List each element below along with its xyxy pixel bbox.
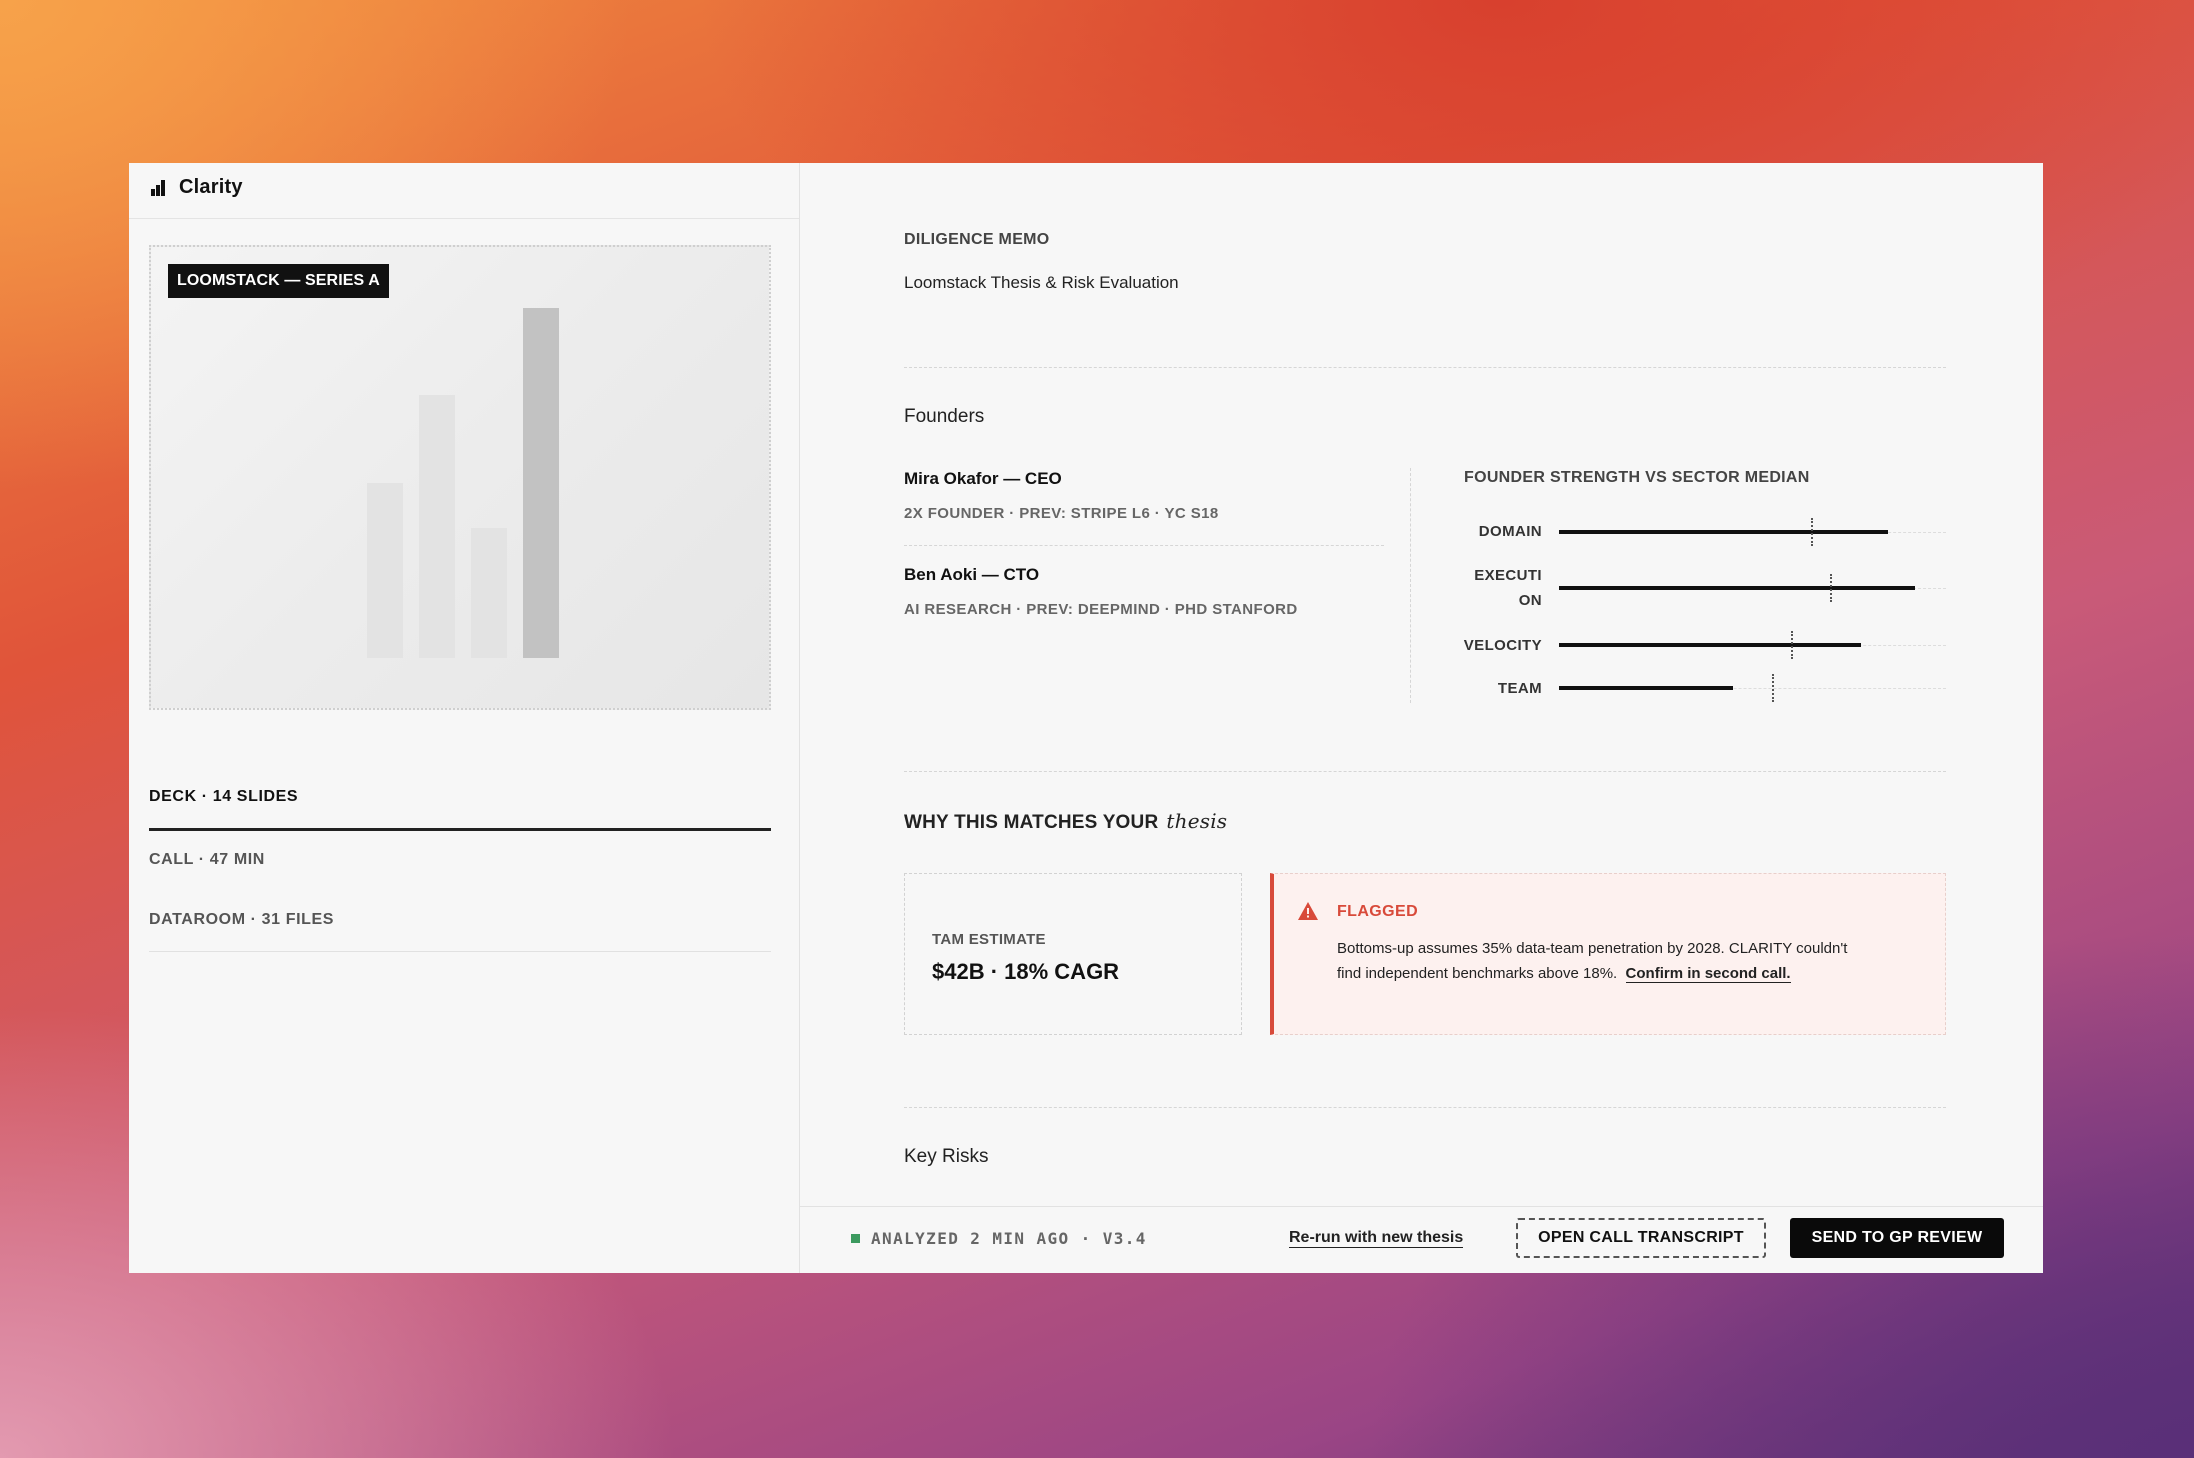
app-title: Clarity [179,176,243,198]
metric-bar-execution [1559,586,1915,590]
rerun-link[interactable]: Re-run with new thesis [1289,1229,1464,1248]
flagged-card: FLAGGED Bottoms-up assumes 35% data-team… [1270,873,1946,1035]
founder-name: Mira Okafor — CEO [904,469,1062,488]
tab-label: DATAROOM · 31 FILES [149,911,335,928]
status-text: ANALYZED 2 MIN AGO · V3.4 [871,1229,1147,1248]
preview-bar [419,395,455,658]
divider [904,1107,1946,1108]
divider [1410,468,1411,703]
metric-bar-team [1559,686,1733,690]
median-marker [1830,574,1832,602]
founders-heading: Founders [904,406,985,427]
tam-value: $42B · 18% CAGR [932,959,1120,984]
median-marker [1811,518,1813,546]
metric-label: TEAM [1497,680,1542,697]
open-transcript-button[interactable]: OPEN CALL TRANSCRIPT [1516,1218,1766,1258]
tab-call[interactable]: CALL · 47 MIN [149,831,771,891]
tab-label: CALL · 47 MIN [149,851,265,868]
memo-title: Loomstack Thesis & Risk Evaluation [904,273,1179,292]
metric-label: VELOCITY [1463,637,1542,654]
memo-pane: DILIGENCE MEMO Loomstack Thesis & Risk E… [800,163,2043,1273]
divider [904,545,1384,546]
warning-icon [1298,902,1318,920]
median-marker [1772,674,1774,702]
left-pane: Clarity LOOMSTACK — SERIES A DECK · 14 S… [129,163,800,1273]
confirm-link[interactable]: Confirm in second call. [1625,965,1791,983]
bar-chart-icon [151,180,165,196]
source-tabs: DECK · 14 SLIDES CALL · 47 MIN DATAROOM … [149,768,771,952]
key-risks-heading: Key Risks [904,1146,989,1167]
preview-bar [367,483,403,658]
tab-label: DECK · 14 SLIDES [149,788,299,805]
send-gp-review-button[interactable]: SEND TO GP REVIEW [1790,1218,2004,1258]
founder-meta: 2X FOUNDER · PREV: STRIPE L6 · YC S18 [904,505,1219,522]
app-window: Clarity LOOMSTACK — SERIES A DECK · 14 S… [129,163,2043,1273]
status-indicator [851,1234,860,1243]
tam-label: TAM ESTIMATE [932,931,1046,948]
deck-badge: LOOMSTACK — SERIES A [168,264,389,298]
tab-deck[interactable]: DECK · 14 SLIDES [149,768,771,831]
tab-dataroom[interactable]: DATAROOM · 31 FILES [149,891,771,952]
flag-title: FLAGGED [1337,903,1419,920]
memo-eyebrow: DILIGENCE MEMO [904,231,1050,248]
founder-strength-title: FOUNDER STRENGTH VS SECTOR MEDIAN [1464,469,1810,486]
preview-bar [471,528,507,658]
flag-body: Bottoms-up assumes 35% data-team penetra… [1337,940,1848,983]
metric-bar-domain [1559,530,1888,534]
metric-label: EXECUTI ON [1474,567,1542,609]
divider [904,771,1946,772]
preview-bar [523,308,559,658]
deck-preview[interactable]: LOOMSTACK — SERIES A [149,245,771,710]
action-footer: ANALYZED 2 MIN AGO · V3.4 Re-run with ne… [800,1206,2043,1273]
tam-card: TAM ESTIMATE $42B · 18% CAGR [904,873,1242,1035]
metric-bar-velocity [1559,643,1861,647]
metric-label: DOMAIN [1478,523,1542,540]
app-header: Clarity [129,163,799,219]
median-marker [1791,631,1793,659]
thesis-heading: WHY THIS MATCHES YOUR thesis [904,809,1228,833]
divider [904,367,1946,368]
founder-name: Ben Aoki — CTO [904,565,1040,584]
founder-meta: AI RESEARCH · PREV: DEEPMIND · PHD STANF… [904,601,1298,618]
